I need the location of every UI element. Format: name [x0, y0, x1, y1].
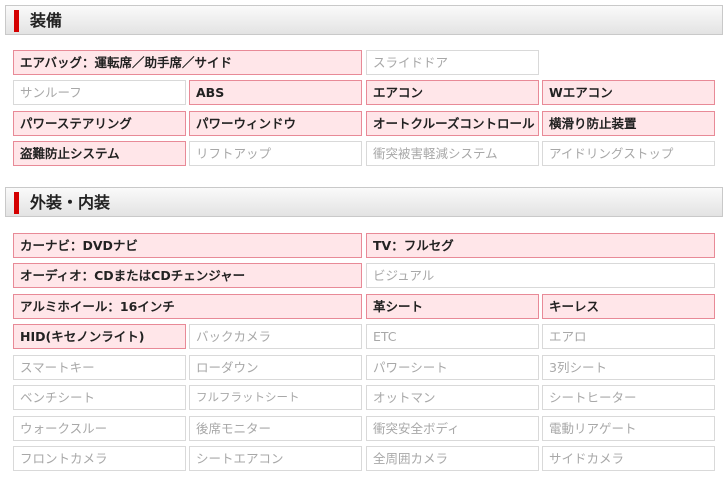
- feature-item: アイドリングストップ: [542, 141, 715, 166]
- feature-item: オートクルーズコントロール: [366, 111, 539, 136]
- feature-item: エアロ: [542, 324, 715, 349]
- feature-item: 衝突安全ボディ: [366, 416, 539, 441]
- feature-item: 盗難防止システム: [13, 141, 186, 166]
- feature-item: 衝突被害軽減システム: [366, 141, 539, 166]
- feature-item: ローダウン: [189, 355, 362, 380]
- feature-item: シートヒーター: [542, 385, 715, 410]
- section-accent-bar: [14, 192, 19, 214]
- feature-item: スライドドア: [366, 50, 539, 75]
- feature-item: サンルーフ: [13, 80, 186, 105]
- feature-item: リフトアップ: [189, 141, 362, 166]
- feature-item: 全周囲カメラ: [366, 446, 539, 471]
- feature-item: パワーウィンドウ: [189, 111, 362, 136]
- feature-item: フルフラットシート: [189, 385, 362, 410]
- feature-item: オーディオ：CDまたはCDチェンジャー: [13, 263, 362, 288]
- feature-item: パワーステアリング: [13, 111, 186, 136]
- feature-item: ビジュアル: [366, 263, 715, 288]
- feature-item: HID(キセノンライト): [13, 324, 186, 349]
- feature-item: フロントカメラ: [13, 446, 186, 471]
- section-header: 外装・内装: [5, 187, 723, 217]
- feature-item: アルミホイール：16インチ: [13, 294, 362, 319]
- feature-item: 電動リアゲート: [542, 416, 715, 441]
- feature-item: エアコン: [366, 80, 539, 105]
- feature-item: Wエアコン: [542, 80, 715, 105]
- feature-item: キーレス: [542, 294, 715, 319]
- feature-item: TV：フルセグ: [366, 233, 715, 258]
- feature-item: ETC: [366, 324, 539, 349]
- section-header: 装備: [5, 5, 723, 35]
- section-title: 装備: [30, 11, 63, 30]
- feature-item: ABS: [189, 80, 362, 105]
- feature-item: スマートキー: [13, 355, 186, 380]
- feature-item: ベンチシート: [13, 385, 186, 410]
- feature-item: 革シート: [366, 294, 539, 319]
- feature-item: シートエアコン: [189, 446, 362, 471]
- feature-item: サイドカメラ: [542, 446, 715, 471]
- feature-item: パワーシート: [366, 355, 539, 380]
- section-accent-bar: [14, 10, 19, 32]
- feature-item: 横滑り防止装置: [542, 111, 715, 136]
- feature-item: オットマン: [366, 385, 539, 410]
- feature-item: 3列シート: [542, 355, 715, 380]
- feature-item: バックカメラ: [189, 324, 362, 349]
- feature-item: ウォークスルー: [13, 416, 186, 441]
- feature-item: 後席モニター: [189, 416, 362, 441]
- feature-item: カーナビ：DVDナビ: [13, 233, 362, 258]
- section-title: 外装・内装: [30, 193, 111, 212]
- feature-item: エアバッグ：運転席／助手席／サイド: [13, 50, 362, 75]
